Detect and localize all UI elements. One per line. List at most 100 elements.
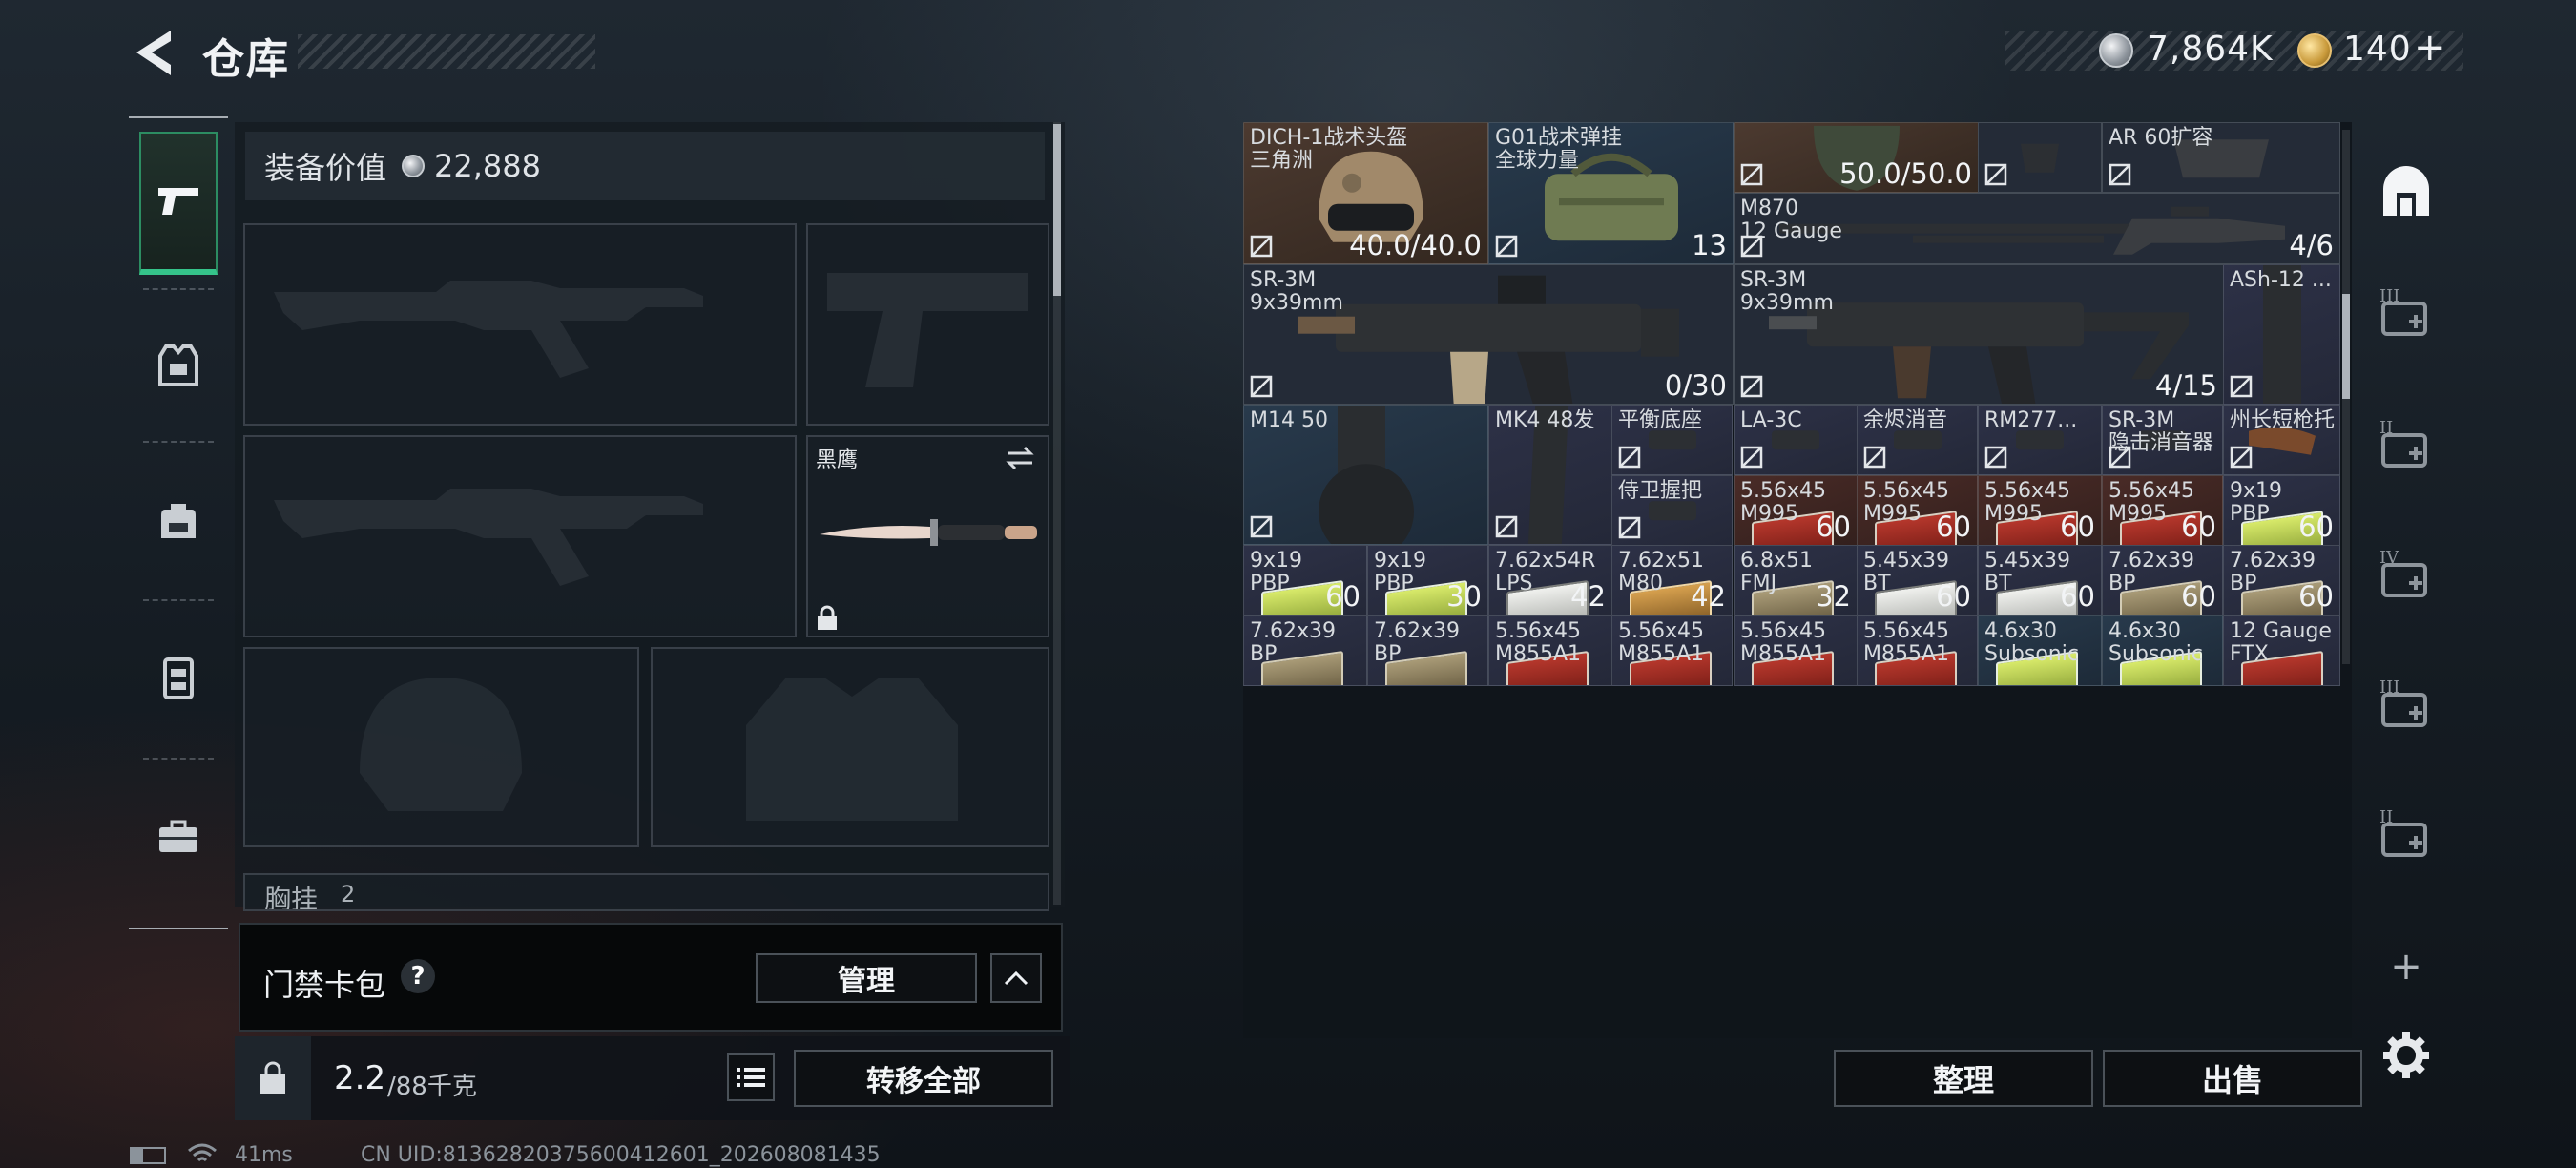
stash-item-quantity: 30 bbox=[1446, 580, 1482, 613]
silver-coin-icon bbox=[2099, 33, 2133, 68]
chest-rig-slot[interactable]: 胸挂 2 bbox=[243, 873, 1049, 911]
chest-rig-count: 2 bbox=[341, 881, 356, 907]
stash-item-quantity: 4/15 bbox=[2154, 369, 2217, 402]
stash-item[interactable]: 7.62x39 BP bbox=[1243, 615, 1367, 686]
settings-button[interactable] bbox=[2378, 1027, 2435, 1084]
pistol-slot[interactable] bbox=[806, 223, 1049, 426]
tab-chest-rig[interactable] bbox=[139, 607, 218, 750]
no-trade-icon bbox=[1740, 163, 1763, 186]
swap-icon[interactable] bbox=[1004, 445, 1036, 471]
container-tier-button[interactable]: IV bbox=[2378, 548, 2435, 605]
stash-item[interactable]: M14 50 bbox=[1243, 405, 1488, 545]
helmet-slot[interactable] bbox=[243, 647, 639, 847]
stash-item-name: SR-3M 9x39mm bbox=[1740, 268, 1834, 315]
stash-item[interactable]: 5.45x39 BT 60 bbox=[1857, 545, 1978, 615]
stash-item[interactable]: 5.56x45 M995 60 bbox=[1978, 475, 2102, 546]
stash-item[interactable]: SR-3M 9x39mm 0/30 bbox=[1243, 264, 1734, 405]
primary-weapon-slot[interactable] bbox=[243, 223, 797, 426]
container-tier-button[interactable]: III bbox=[2378, 678, 2435, 735]
loadout-scroll-thumb[interactable] bbox=[1053, 124, 1061, 296]
backpack-icon bbox=[161, 504, 196, 538]
stash-item[interactable]: 9x19 PBP 60 bbox=[1243, 545, 1367, 615]
stash-item[interactable]: 9x19 PBP 60 bbox=[2223, 475, 2340, 546]
stash-item[interactable]: 7.62x39 BP 60 bbox=[2223, 545, 2340, 615]
knife-icon bbox=[820, 519, 1037, 546]
back-icon[interactable] bbox=[129, 27, 177, 79]
transfer-all-button[interactable]: 转移全部 bbox=[794, 1050, 1053, 1107]
stash-item[interactable]: 侍卫握把 bbox=[1611, 475, 1733, 546]
equipment-value: 22,888 bbox=[434, 148, 541, 184]
stash-item[interactable]: 7.62x54R LPS 42 bbox=[1488, 545, 1612, 615]
melee-slot[interactable]: 黑鹰 bbox=[806, 435, 1049, 637]
stash-item[interactable]: 7.62x39 BP 60 bbox=[2102, 545, 2223, 615]
stash-panel: DICH-1战术头盔 三角洲 40.0/40.0 G01战术弹挂 全球力量 13 50.… bbox=[1243, 122, 2352, 1038]
container-tier-button[interactable]: III bbox=[2378, 286, 2435, 344]
stash-item[interactable]: 余烬消音 bbox=[1857, 405, 1978, 475]
stash-item[interactable] bbox=[1978, 122, 2102, 193]
sort-button[interactable]: 整理 bbox=[1834, 1050, 2093, 1107]
stash-item[interactable]: 5.45x39 BT 60 bbox=[1978, 545, 2102, 615]
stash-item[interactable]: RM277... bbox=[1978, 405, 2102, 475]
stash-item[interactable]: 5.56x45 M855A1 bbox=[1857, 615, 1978, 686]
stash-item[interactable]: 5.56x45 M995 60 bbox=[1857, 475, 1978, 546]
rifle-silhouette-icon bbox=[274, 281, 703, 378]
no-trade-icon bbox=[1863, 446, 1886, 469]
tab-case[interactable] bbox=[139, 765, 218, 908]
stash-item[interactable]: M870 12 Gauge 4/6 bbox=[1734, 193, 2340, 264]
no-trade-icon bbox=[1984, 163, 2007, 186]
stash-scroll-thumb[interactable] bbox=[2342, 294, 2350, 399]
stash-item[interactable]: 7.62x39 BP bbox=[1367, 615, 1488, 686]
stash-item[interactable]: G01战术弹挂 全球力量 13 bbox=[1488, 122, 1734, 264]
container-tier-button[interactable]: II bbox=[2378, 418, 2435, 475]
container-tier-button[interactable]: II bbox=[2378, 807, 2435, 865]
tab-divider bbox=[143, 441, 214, 443]
stash-item[interactable]: ASh-12 ... bbox=[2223, 264, 2340, 405]
currency-gold: 140 bbox=[2343, 30, 2412, 69]
help-icon[interactable]: ? bbox=[401, 959, 435, 993]
manage-button[interactable]: 管理 bbox=[756, 953, 977, 1003]
stash-item[interactable]: SR-3M 9x39mm 4/15 bbox=[1734, 264, 2224, 405]
stash-item-name: M14 50 bbox=[1250, 408, 1328, 432]
stash-item[interactable]: 9x19 PBP 30 bbox=[1367, 545, 1488, 615]
stash-item-quantity: 42 bbox=[1691, 580, 1726, 613]
stash-item[interactable]: 5.56x45 M995 60 bbox=[2102, 475, 2223, 546]
add-gold-button[interactable]: + bbox=[2414, 26, 2447, 70]
stash-item[interactable]: 平衡底座 bbox=[1611, 405, 1733, 475]
keycard-bar: 门禁卡包 ? 管理 bbox=[239, 923, 1063, 1032]
stash-item[interactable]: 50.0/50.0 bbox=[1734, 122, 1979, 193]
stash-item[interactable]: 5.56x45 M995 60 bbox=[1734, 475, 1858, 546]
tab-backpack[interactable] bbox=[139, 448, 218, 592]
stash-item[interactable]: 5.56x45 M855A1 bbox=[1488, 615, 1612, 686]
stash-item[interactable]: 4.6x30 Subsonic bbox=[1978, 615, 2102, 686]
tab-weapons[interactable] bbox=[139, 132, 218, 275]
list-view-button[interactable] bbox=[727, 1053, 775, 1101]
stash-item[interactable]: SR-3M 隐击消音器 bbox=[2102, 405, 2223, 475]
sell-button[interactable]: 出售 bbox=[2103, 1050, 2362, 1107]
stash-item[interactable]: 4.6x30 Subsonic bbox=[2102, 615, 2223, 686]
stash-item-quantity: 60 bbox=[1816, 511, 1851, 543]
secondary-weapon-slot[interactable] bbox=[243, 435, 797, 637]
tab-armor[interactable] bbox=[139, 294, 218, 437]
stash-item-name: DICH-1战术头盔 三角洲 bbox=[1250, 126, 1408, 173]
body-armor-slot[interactable] bbox=[651, 647, 1049, 847]
container-tier-label: III bbox=[2379, 678, 2400, 698]
add-container-button[interactable]: + bbox=[2378, 945, 2435, 1002]
stash-item-name: 5.56x45 M995 bbox=[1740, 479, 1826, 526]
stash-item-quantity: 4/6 bbox=[2289, 229, 2334, 261]
stash-item[interactable]: LA-3C bbox=[1734, 405, 1858, 475]
stash-item[interactable]: 12 Gauge FTX bbox=[2223, 615, 2340, 686]
collapse-button[interactable] bbox=[990, 953, 1042, 1003]
stash-home-button[interactable] bbox=[2378, 164, 2435, 221]
stash-item[interactable]: MK4 48发 bbox=[1488, 405, 1612, 545]
stash-item[interactable]: DICH-1战术头盔 三角洲 40.0/40.0 bbox=[1243, 122, 1488, 264]
lock-icon bbox=[818, 605, 837, 630]
stash-item[interactable]: 5.56x45 M855A1 bbox=[1611, 615, 1733, 686]
stash-item[interactable]: 7.62x51 M80 42 bbox=[1611, 545, 1733, 615]
stash-item[interactable]: 5.56x45 M855A1 bbox=[1734, 615, 1858, 686]
chevron-up-icon bbox=[1004, 970, 1028, 986]
tab-divider bbox=[143, 758, 214, 760]
stash-item[interactable]: 6.8x51 FMJ 32 bbox=[1734, 545, 1858, 615]
stash-item[interactable]: 州长短枪托 bbox=[2223, 405, 2340, 475]
stash-item[interactable]: AR 60扩容 bbox=[2102, 122, 2340, 193]
lock-toggle[interactable] bbox=[235, 1036, 311, 1120]
